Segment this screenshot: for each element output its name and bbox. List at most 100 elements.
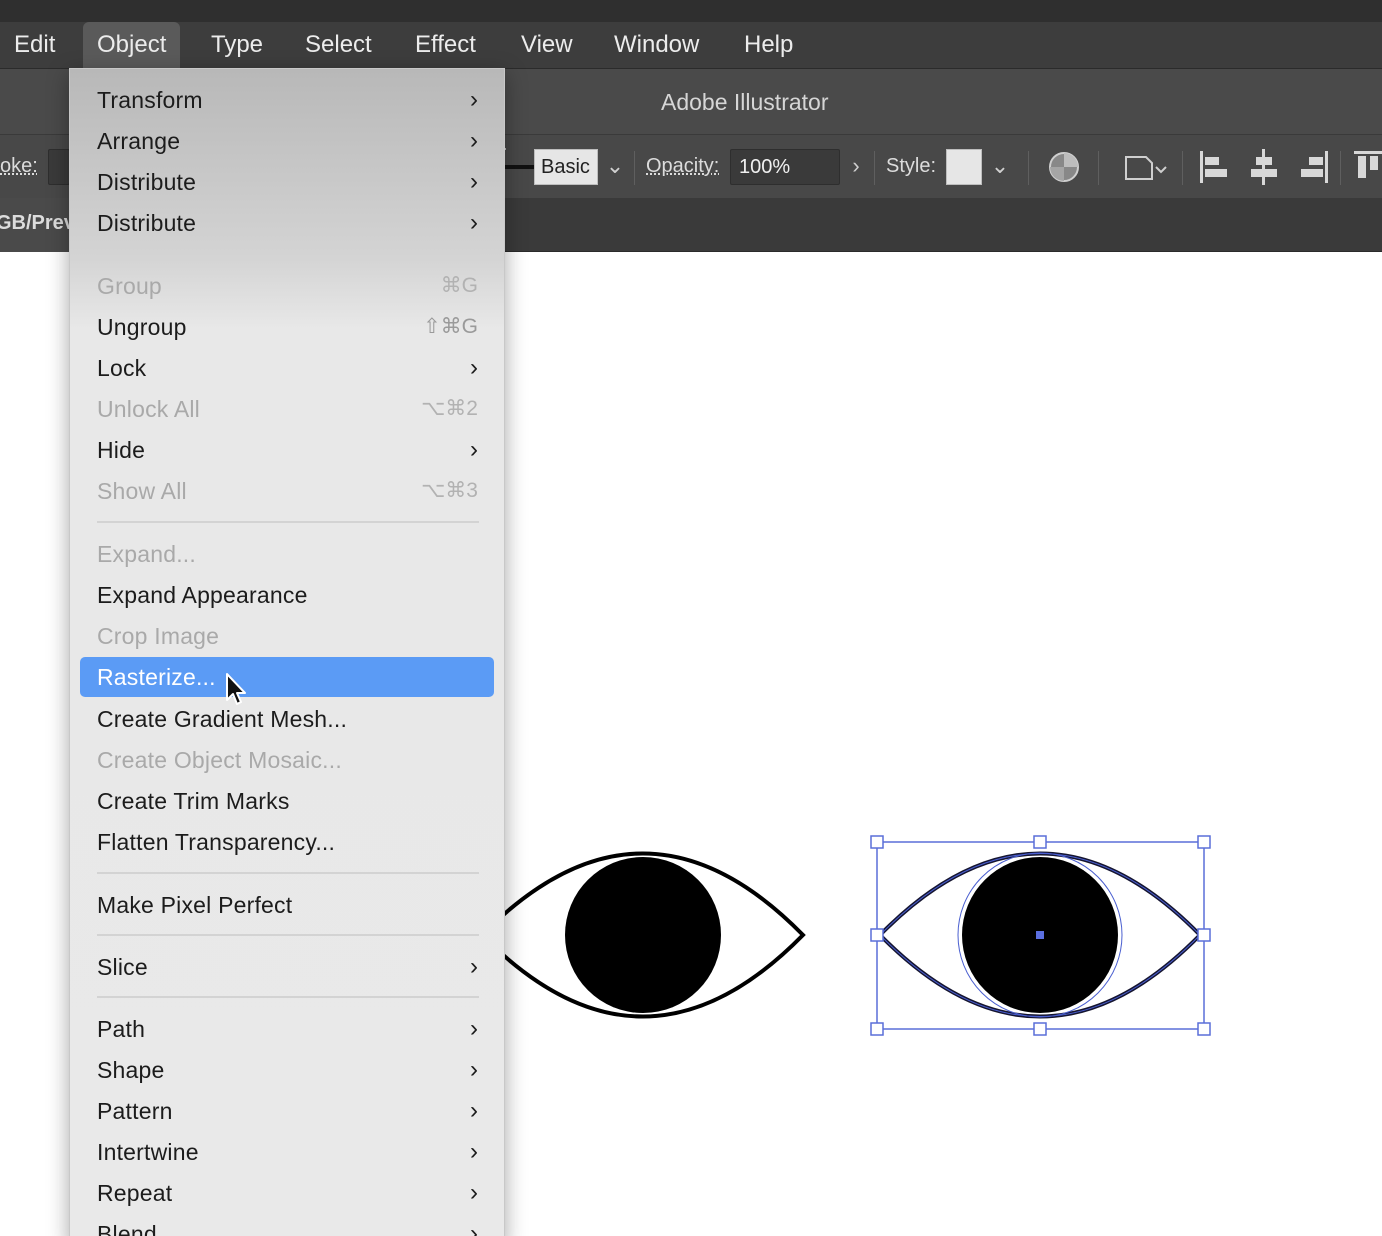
align-left-icon[interactable] xyxy=(1196,147,1232,187)
menu-item-unlock-all[interactable]: Unlock All ⌥⌘2 xyxy=(80,389,494,429)
menu-item-distribute[interactable]: Distribute › xyxy=(80,162,494,202)
menu-item-label: Distribute xyxy=(97,210,197,236)
shortcut-label: ⌥⌘2 xyxy=(421,397,478,420)
chevron-right-icon: › xyxy=(470,168,478,195)
divider xyxy=(1182,151,1183,185)
menu-item-label: Flatten Transparency... xyxy=(97,829,336,855)
menu-item-intertwine[interactable]: Intertwine › xyxy=(80,1132,494,1172)
menu-item-label: Pattern xyxy=(97,1098,173,1124)
chevron-right-icon: › xyxy=(470,1015,478,1042)
eye-artwork-left xyxy=(479,851,806,1019)
menu-item-label: Blend xyxy=(97,1221,157,1236)
divider xyxy=(1340,151,1341,185)
menu-item-path[interactable]: Path › xyxy=(80,1009,494,1049)
menu-item-label: Transform xyxy=(97,87,203,113)
menu-item-arrange[interactable]: Arrange › xyxy=(80,121,494,161)
object-menu-dropdown: Transform › Arrange › Distribute › Distr… xyxy=(69,68,505,1236)
menu-separator xyxy=(97,872,479,874)
menu-object[interactable]: Object xyxy=(83,22,181,68)
shortcut-label: ⌥⌘3 xyxy=(421,479,478,502)
graphic-style-swatch[interactable] xyxy=(946,149,982,185)
menu-item-expand[interactable]: Expand... xyxy=(80,534,494,574)
menu-separator xyxy=(97,253,479,255)
menu-item-label: Unlock All xyxy=(97,396,200,422)
menu-item-crop-image[interactable]: Crop Image xyxy=(80,616,494,656)
align-center-icon[interactable] xyxy=(1246,147,1282,187)
menu-item-pattern[interactable]: Pattern › xyxy=(80,1091,494,1131)
menu-item-label: Ungroup xyxy=(97,314,187,340)
menu-item-ungroup[interactable]: Ungroup ⇧⌘G xyxy=(80,307,494,347)
style-label: Style: xyxy=(886,155,937,177)
menu-item-make-pixel-perfect[interactable]: Make Pixel Perfect xyxy=(80,885,494,925)
menu-item-rasterize[interactable]: Rasterize... xyxy=(80,657,494,697)
menu-window[interactable]: Window xyxy=(600,22,713,68)
menu-item-hide[interactable]: Hide › xyxy=(80,430,494,470)
menu-item-lock[interactable]: Lock › xyxy=(80,348,494,388)
menu-item-label: Make Pixel Perfect xyxy=(97,892,293,918)
menu-item-distribute-2[interactable]: Distribute › xyxy=(80,203,494,243)
divider xyxy=(874,151,875,185)
menu-view[interactable]: View xyxy=(507,22,587,68)
menu-effect[interactable]: Effect xyxy=(401,22,490,68)
menu-item-repeat[interactable]: Repeat › xyxy=(80,1173,494,1213)
brush-definition-field[interactable]: Basic xyxy=(534,149,598,185)
menu-item-label: Group xyxy=(97,273,162,299)
chevron-down-icon[interactable]: ⌄ xyxy=(600,149,630,183)
stroke-label: oke: xyxy=(0,155,38,177)
menu-item-create-gradient-mesh[interactable]: Create Gradient Mesh... xyxy=(80,699,494,739)
menu-item-label: Shape xyxy=(97,1057,165,1083)
app-title: Adobe Illustrator xyxy=(661,89,829,115)
align-top-icon[interactable] xyxy=(1350,147,1382,187)
chevron-right-icon: › xyxy=(470,1138,478,1165)
menu-item-expand-appearance[interactable]: Expand Appearance xyxy=(80,575,494,615)
eye-artwork-right-selected xyxy=(877,851,1203,1019)
menu-item-label: Repeat xyxy=(97,1180,173,1206)
menu-separator xyxy=(97,521,479,523)
artboard-icon[interactable] xyxy=(1120,149,1170,185)
menu-type[interactable]: Type xyxy=(197,22,277,68)
menu-item-slice[interactable]: Slice › xyxy=(80,947,494,987)
cursor-icon xyxy=(226,673,246,705)
opacity-label[interactable]: Opacity: xyxy=(646,155,719,178)
menu-item-shape[interactable]: Shape › xyxy=(80,1050,494,1090)
menu-bar: Edit Object Type Select Effect View Wind… xyxy=(0,22,1382,68)
chevron-right-icon: › xyxy=(470,1179,478,1206)
brush-stroke-icon xyxy=(504,165,534,169)
menu-item-blend[interactable]: Blend › xyxy=(80,1214,494,1236)
chevron-right-icon[interactable]: › xyxy=(842,149,870,183)
stroke-stepper[interactable] xyxy=(48,149,70,185)
divider xyxy=(634,151,635,185)
recolor-icon[interactable] xyxy=(1046,149,1082,185)
menu-item-show-all[interactable]: Show All ⌥⌘3 xyxy=(80,471,494,511)
menu-help[interactable]: Help xyxy=(730,22,807,68)
divider xyxy=(1098,151,1099,185)
chevron-right-icon: › xyxy=(470,127,478,154)
chevron-down-icon[interactable]: ⌄ xyxy=(986,149,1014,183)
menu-item-label: Expand Appearance xyxy=(97,582,308,608)
chevron-right-icon: › xyxy=(470,1220,478,1236)
menu-separator xyxy=(97,934,479,936)
menu-item-label: Expand... xyxy=(97,541,196,567)
window-top-strip xyxy=(0,0,1382,22)
menu-item-create-object-mosaic[interactable]: Create Object Mosaic... xyxy=(80,740,494,780)
menu-separator xyxy=(97,996,479,998)
menu-item-label: Create Object Mosaic... xyxy=(97,747,342,773)
align-right-icon[interactable] xyxy=(1296,147,1332,187)
menu-item-label: Hide xyxy=(97,437,146,463)
opacity-input[interactable]: 100% xyxy=(730,149,840,185)
menu-item-group[interactable]: Group ⌘G xyxy=(80,266,494,306)
menu-item-label: Crop Image xyxy=(97,623,220,649)
menu-item-create-trim-marks[interactable]: Create Trim Marks xyxy=(80,781,494,821)
menu-item-label: Arrange xyxy=(97,128,181,154)
shortcut-label: ⇧⌘G xyxy=(423,315,478,338)
menu-edit[interactable]: Edit xyxy=(0,22,69,68)
menu-item-flatten-transparency[interactable]: Flatten Transparency... xyxy=(80,822,494,862)
chevron-right-icon: › xyxy=(470,354,478,381)
shortcut-label: ⌘G xyxy=(440,274,478,297)
menu-item-label: Intertwine xyxy=(97,1139,199,1165)
menu-item-transform[interactable]: Transform › xyxy=(80,80,494,120)
chevron-right-icon: › xyxy=(470,209,478,236)
menu-item-label: Create Trim Marks xyxy=(97,788,290,814)
chevron-right-icon: › xyxy=(470,953,478,980)
menu-select[interactable]: Select xyxy=(291,22,386,68)
